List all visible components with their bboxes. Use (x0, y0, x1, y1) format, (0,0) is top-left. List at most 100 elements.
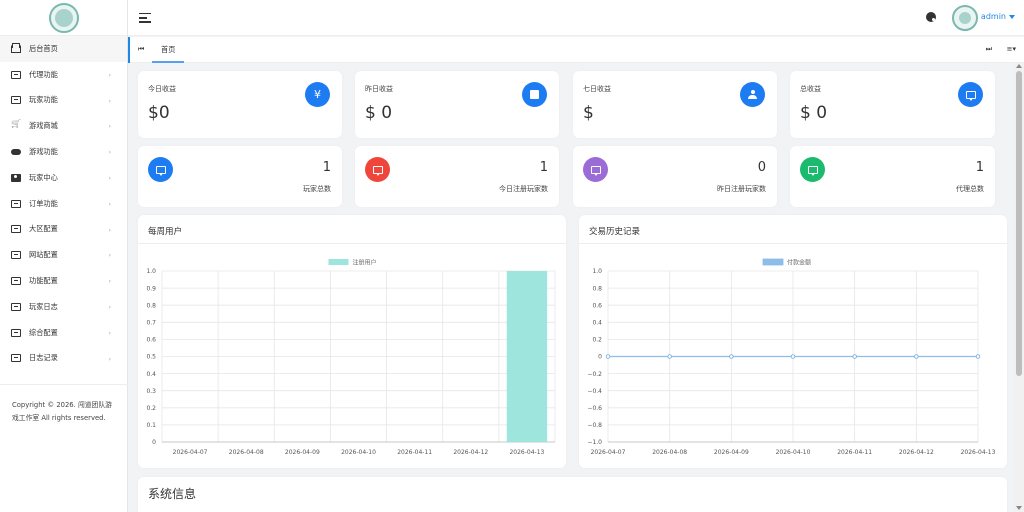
count-card-today-reg: 1 今日注册玩家数 (355, 146, 559, 207)
sidebar-item-label: 订单功能 (29, 198, 58, 208)
sidebar-item-dashboard[interactable]: 后台首页 (0, 36, 127, 62)
stat-card-today: 今日收益 $0 ¥ (138, 71, 342, 138)
system-info-panel: 系统信息 (138, 477, 1007, 512)
y-tick-label: 1.0 (592, 268, 602, 275)
username[interactable]: admin (981, 12, 1006, 21)
panel-title: 每周用户 (148, 227, 183, 237)
monitor-icon (11, 225, 21, 234)
sidebar-item-region[interactable]: 大区配置 › (0, 217, 127, 243)
x-tick-label: 2026-04-12 (453, 449, 488, 456)
tab-home[interactable]: 首页 (152, 37, 185, 63)
sidebar-item-label: 玩家日志 (29, 301, 58, 311)
sidebar-item-player-center[interactable]: 玩家中心 › (0, 165, 127, 191)
chevron-right-icon: › (108, 355, 111, 363)
data-point (605, 354, 611, 359)
tab-indicator (128, 37, 130, 63)
cart-icon (11, 122, 21, 130)
scroll-up-icon[interactable] (1016, 64, 1022, 68)
chevron-right-icon: › (108, 329, 111, 337)
y-tick-label: 0 (152, 439, 156, 446)
count-label: 今日注册玩家数 (499, 185, 548, 193)
y-tick-label: 0.6 (592, 302, 602, 309)
count-card-yesterday-reg: 0 昨日注册玩家数 (573, 146, 777, 207)
y-tick-label: 0 (598, 354, 602, 361)
monitor-icon (11, 354, 21, 363)
monitor-icon (11, 302, 21, 311)
x-tick-label: 2026-04-07 (591, 449, 626, 456)
sidebar-item-game[interactable]: 游戏功能 › (0, 139, 127, 165)
monitor-icon (11, 70, 21, 79)
stat-card-total: 总收益 $ 0 (790, 71, 995, 138)
count-card-players: 1 玩家总数 (138, 146, 342, 207)
sidebar-item-feature[interactable]: 功能配置 › (0, 268, 127, 294)
monitor-icon (11, 199, 21, 208)
home-icon (11, 42, 21, 53)
legend-label: 注册用户 (353, 259, 377, 267)
chevron-right-icon: › (108, 97, 111, 105)
x-tick-label: 2026-04-12 (899, 449, 934, 456)
stat-label: 七日收益 (583, 85, 611, 93)
stat-label: 今日收益 (148, 85, 176, 93)
x-tick-label: 2026-04-07 (173, 449, 208, 456)
page-scrollbar[interactable] (1014, 63, 1024, 512)
sidebar-item-general[interactable]: 综合配置 › (0, 320, 127, 346)
tab-scroll-left-icon[interactable]: ⏮ (138, 45, 144, 54)
y-tick-label: 0.8 (146, 302, 156, 309)
stat-value: $ 0 (365, 103, 393, 123)
y-tick-label: 0.9 (146, 285, 156, 292)
sidebar-item-agent[interactable]: 代理功能 › (0, 62, 127, 88)
y-tick-label: −0.6 (587, 405, 602, 412)
bag-icon (522, 82, 547, 107)
data-point (729, 354, 734, 359)
x-tick-label: 2026-04-13 (961, 449, 996, 456)
y-tick-label: −0.4 (587, 388, 602, 395)
copyright: Copyright © 2026. 闯道团队游戏工作室 All rights r… (0, 384, 128, 425)
sidebar-item-player[interactable]: 玩家功能 › (0, 88, 127, 114)
scroll-down-icon[interactable] (1016, 506, 1022, 510)
tab-scroll-right-icon[interactable]: ⏭ (986, 45, 992, 54)
sidebar-item-logs[interactable]: 日志记录 › (0, 346, 127, 372)
message-icon (583, 157, 608, 182)
chevron-right-icon: › (108, 149, 111, 157)
avatar[interactable] (952, 5, 978, 31)
stat-card-week: 七日收益 $ (573, 71, 777, 138)
sidebar-item-label: 大区配置 (29, 224, 58, 234)
scrollbar-thumb[interactable] (1016, 71, 1022, 376)
tab-options-icon[interactable]: ≡▾ (1007, 45, 1016, 53)
x-tick-label: 2026-04-09 (285, 449, 320, 456)
sidebar-item-shop[interactable]: 游戏商城 › (0, 113, 127, 139)
gamepad-icon (11, 148, 21, 156)
message-icon (800, 157, 825, 182)
palette-icon[interactable] (926, 12, 936, 22)
stat-card-yesterday: 昨日收益 $ 0 (355, 71, 559, 138)
count-label: 代理总数 (956, 185, 984, 193)
count-value: 1 (539, 160, 548, 175)
user-card-icon (11, 173, 21, 182)
caret-down-icon[interactable] (1009, 15, 1015, 19)
message-icon (365, 157, 390, 182)
y-tick-label: 0.1 (146, 422, 156, 429)
y-tick-label: 0.5 (146, 354, 156, 361)
sidebar-item-player-log[interactable]: 玩家日志 › (0, 294, 127, 320)
sidebar-item-site[interactable]: 网站配置 › (0, 242, 127, 268)
stat-label: 总收益 (800, 85, 821, 93)
sidebar-menu: 后台首页 代理功能 › 玩家功能 › 游戏商城 › 游戏功能 › 玩家中心 › 订单功能 ›… (0, 36, 127, 371)
data-point (975, 354, 981, 359)
bar (506, 271, 548, 442)
menu-toggle-icon[interactable] (139, 13, 151, 23)
logo[interactable] (48, 2, 79, 33)
x-tick-label: 2026-04-08 (652, 449, 687, 456)
y-tick-label: 0.2 (592, 337, 602, 344)
x-tick-label: 2026-04-08 (229, 449, 264, 456)
monitor-icon (11, 277, 21, 286)
sidebar-item-label: 综合配置 (29, 327, 58, 337)
chevron-right-icon: › (108, 226, 111, 234)
legend-label: 付款金额 (787, 259, 811, 267)
tab-bar: ⏮ 首页 ⏭ ≡▾ (128, 37, 1024, 63)
message-icon (958, 82, 983, 107)
sidebar-item-label: 后台首页 (29, 43, 58, 53)
sidebar-item-orders[interactable]: 订单功能 › (0, 191, 127, 217)
x-tick-label: 2026-04-10 (776, 449, 811, 456)
transaction-history-panel: 交易历史记录 1.0 0.8 0.6 0.4 0.2 0 −0.2 −0.4 −0.6 −0.8 −… (579, 215, 1007, 468)
chevron-right-icon: › (108, 123, 111, 131)
